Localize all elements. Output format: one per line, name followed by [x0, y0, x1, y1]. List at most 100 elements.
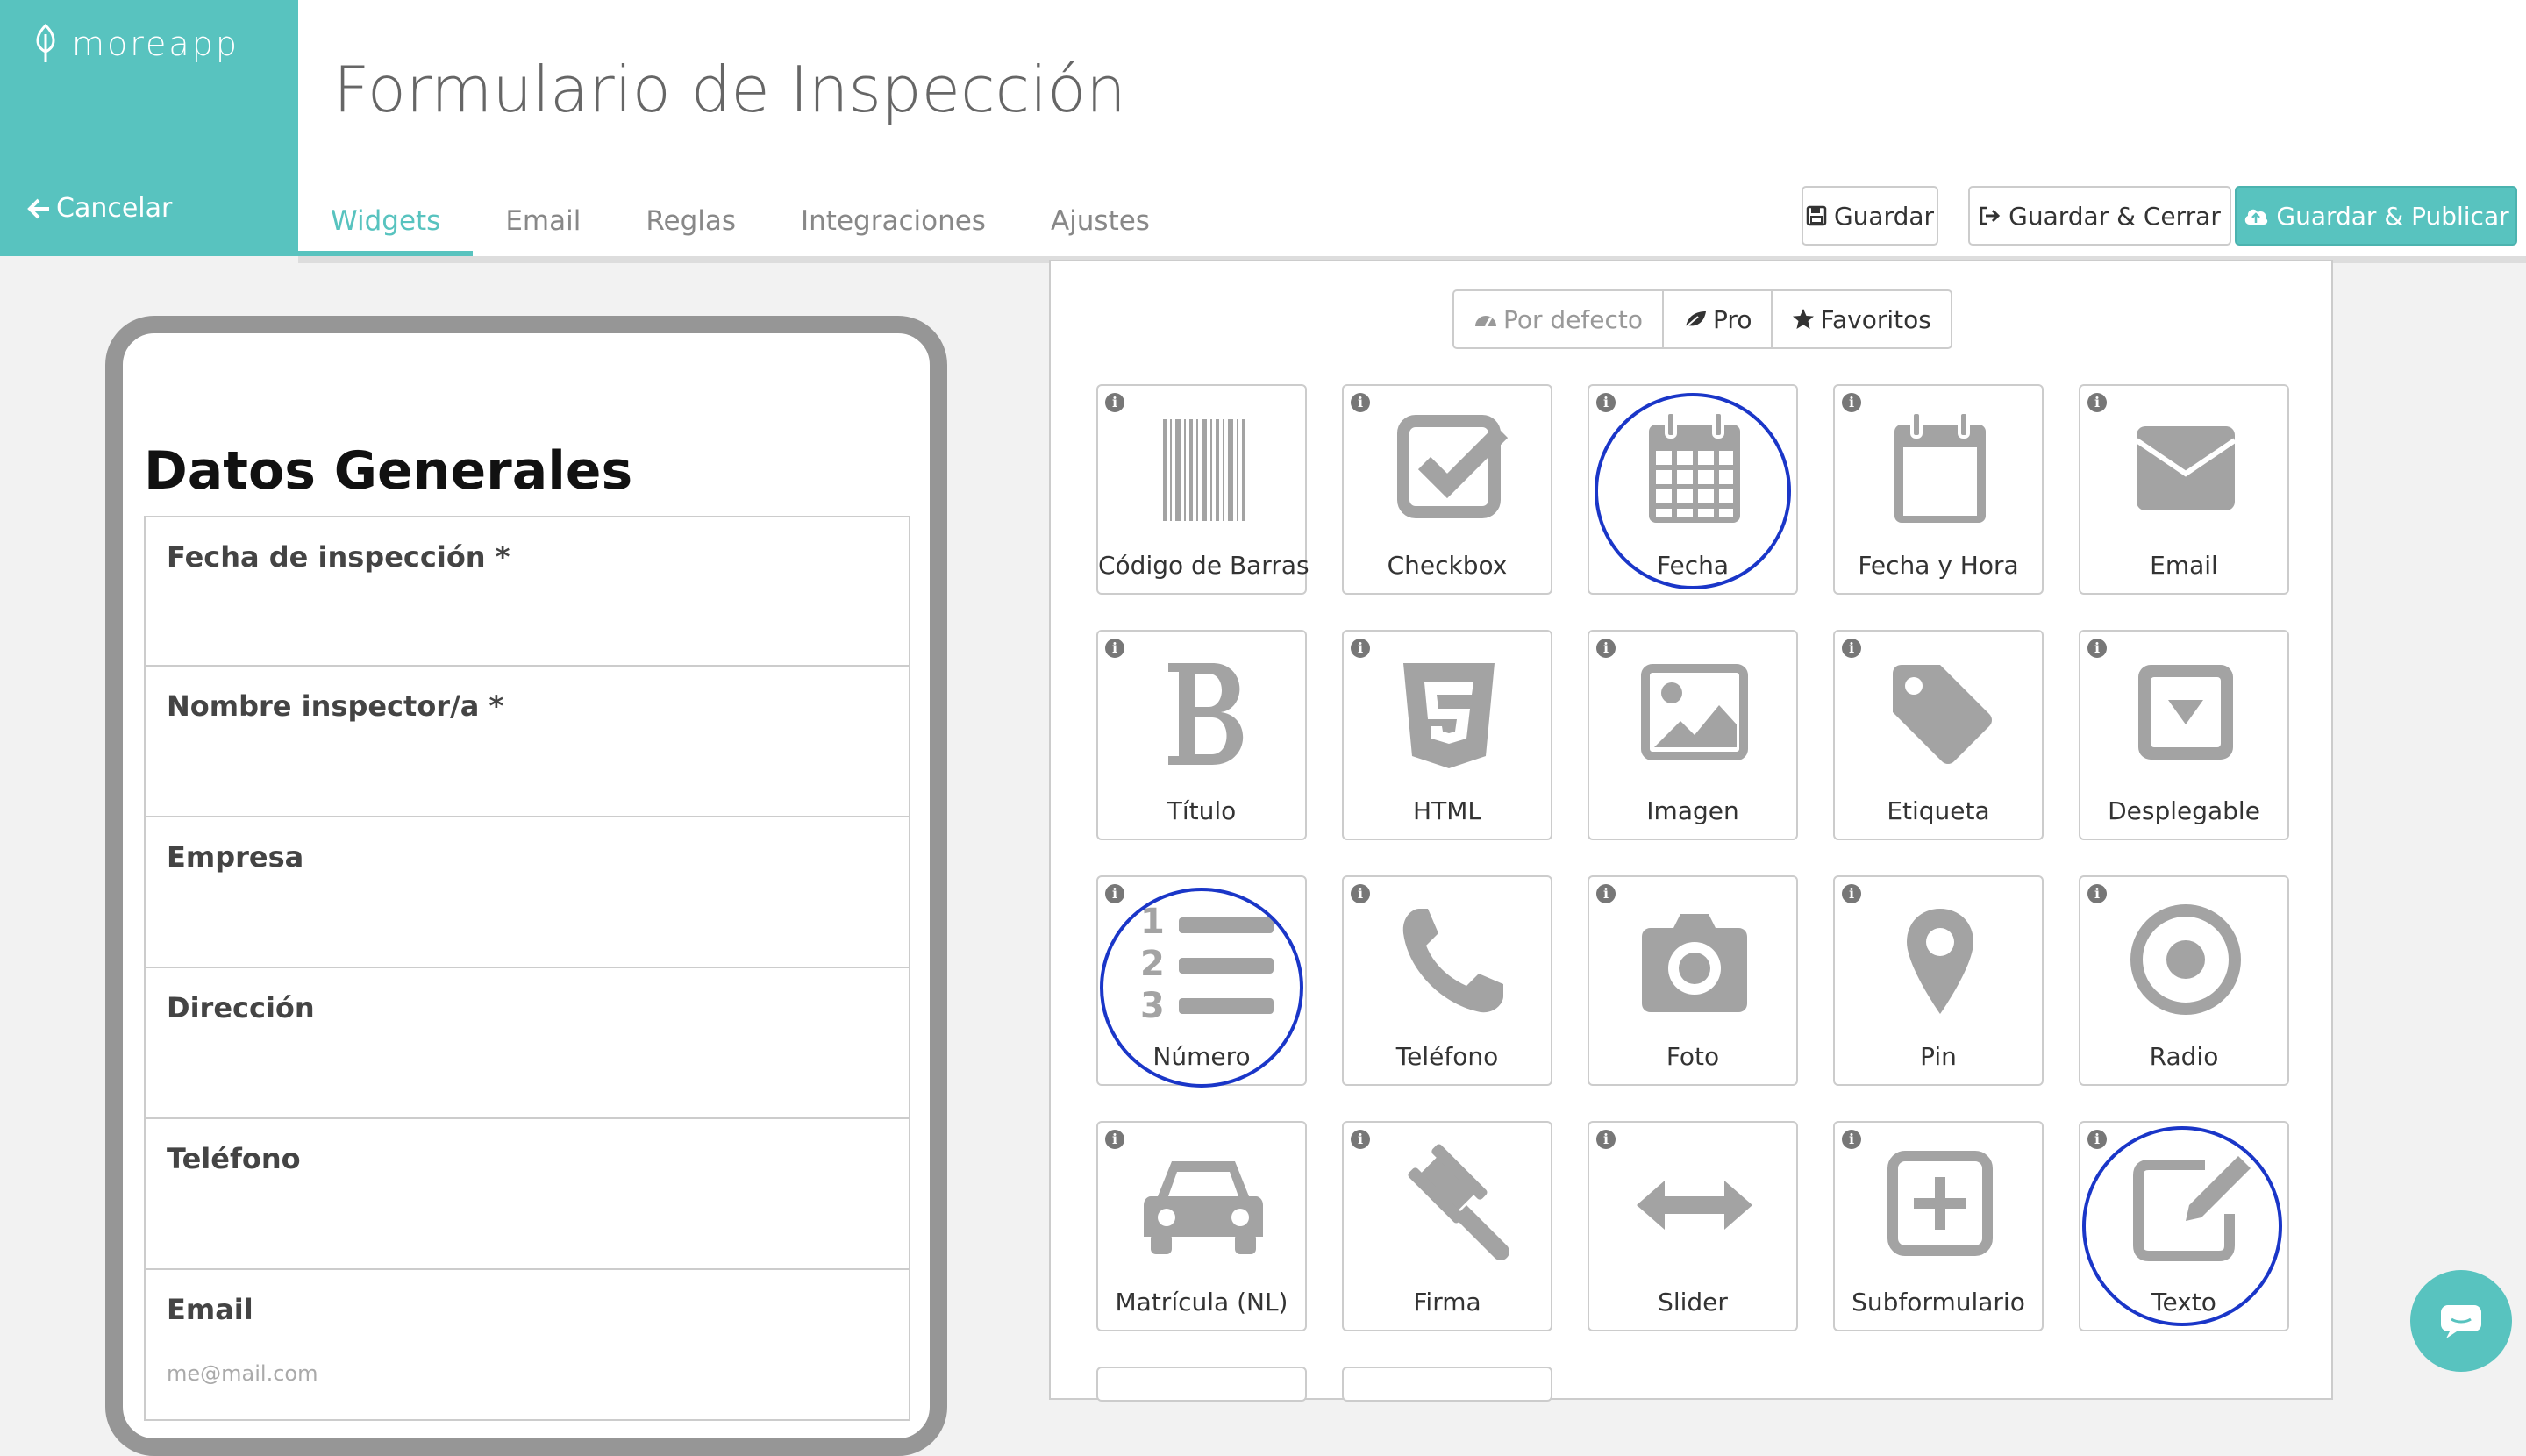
- widget-label: Email: [2150, 551, 2218, 580]
- app-logo[interactable]: moreapp: [32, 19, 239, 68]
- widget-texto[interactable]: i Texto: [2079, 1121, 2289, 1331]
- dropdown-icon: [2138, 665, 2233, 760]
- category-label: Pro: [1713, 304, 1752, 334]
- tab-ajustes[interactable]: Ajustes: [1018, 198, 1182, 256]
- form-field-nombre[interactable]: Nombre inspector/a *: [144, 667, 910, 817]
- widget-label: Slider: [1658, 1288, 1728, 1317]
- category-pro[interactable]: Pro: [1664, 291, 1773, 347]
- info-icon[interactable]: i: [1351, 639, 1370, 658]
- widget-html[interactable]: i HTML: [1342, 630, 1552, 840]
- page-title: Formulario de Inspección: [333, 53, 1126, 126]
- brand-sidebar: moreapp Cancelar: [0, 0, 298, 256]
- form-field-fecha[interactable]: Fecha de inspección *: [144, 516, 910, 667]
- info-icon[interactable]: i: [1596, 393, 1616, 412]
- phone-icon: [1402, 909, 1503, 1013]
- field-label: Nombre inspector/a *: [167, 689, 504, 723]
- info-icon[interactable]: i: [2087, 1130, 2107, 1149]
- calendar-blank-icon: [1894, 410, 1986, 523]
- leaf-icon: [36, 24, 55, 62]
- save-button[interactable]: Guardar: [1802, 186, 1938, 246]
- info-icon[interactable]: i: [1351, 884, 1370, 903]
- widget-partial[interactable]: [1342, 1367, 1552, 1402]
- form-field-empresa[interactable]: Empresa: [144, 817, 910, 968]
- tab-email[interactable]: Email: [473, 198, 613, 256]
- bold-icon: [1168, 663, 1244, 765]
- tag-icon: [1893, 665, 1992, 764]
- cancel-button[interactable]: Cancelar: [26, 193, 172, 224]
- widget-subformulario[interactable]: i Subformulario: [1833, 1121, 2044, 1331]
- form-field-email[interactable]: Email me@mail.com: [144, 1270, 910, 1421]
- widget-slider[interactable]: i Slider: [1588, 1121, 1798, 1331]
- widget-barcode[interactable]: i Código de Barras: [1096, 384, 1309, 595]
- info-icon[interactable]: i: [1842, 1130, 1861, 1149]
- info-icon[interactable]: i: [2087, 884, 2107, 903]
- field-label: Dirección: [167, 991, 315, 1024]
- widget-matricula[interactable]: i Matrícula (NL): [1096, 1121, 1307, 1331]
- widget-label: Pin: [1920, 1042, 1957, 1071]
- field-label: Empresa: [167, 840, 304, 874]
- widget-fecha[interactable]: i Fecha: [1588, 384, 1798, 595]
- widget-label: Teléfono: [1395, 1042, 1499, 1071]
- edit-icon: [2133, 1156, 2251, 1261]
- widget-titulo[interactable]: i Título: [1096, 630, 1307, 840]
- widget-desplegable[interactable]: i Desplegable: [2079, 630, 2289, 840]
- widget-partial[interactable]: [1096, 1367, 1307, 1402]
- svg-text:2: 2: [1140, 944, 1165, 984]
- widget-telefono[interactable]: i Teléfono: [1342, 875, 1552, 1086]
- widget-foto[interactable]: i Foto: [1588, 875, 1798, 1086]
- email-placeholder: me@mail.com: [167, 1361, 318, 1386]
- plus-square-icon: [1887, 1151, 1993, 1256]
- radio-icon: [2130, 904, 2241, 1015]
- widget-radio[interactable]: i Radio: [2079, 875, 2289, 1086]
- info-icon[interactable]: i: [2087, 393, 2107, 412]
- category-default[interactable]: Por defecto: [1454, 291, 1665, 347]
- widget-label: Texto: [2151, 1288, 2216, 1317]
- info-icon[interactable]: i: [1105, 884, 1124, 903]
- info-icon[interactable]: i: [1105, 393, 1124, 412]
- widget-fecha-hora[interactable]: i Fecha y Hora: [1833, 384, 2044, 595]
- sign-out-icon: [1980, 206, 2001, 225]
- widget-label: Título: [1167, 796, 1237, 825]
- widget-numero[interactable]: i 123 Número: [1096, 875, 1307, 1086]
- field-label: Fecha de inspección *: [167, 540, 510, 574]
- form-field-telefono[interactable]: Teléfono: [144, 1119, 910, 1270]
- widget-email[interactable]: i Email: [2079, 384, 2289, 595]
- widget-checkbox[interactable]: i Checkbox: [1342, 384, 1552, 595]
- field-label: Email: [167, 1293, 253, 1326]
- widget-label: Imagen: [1646, 796, 1739, 825]
- category-label: Favoritos: [1820, 304, 1931, 334]
- widget-label: Etiqueta: [1887, 796, 1990, 825]
- widget-etiqueta[interactable]: i Etiqueta: [1833, 630, 2044, 840]
- info-icon[interactable]: i: [1105, 639, 1124, 658]
- category-favorites[interactable]: Favoritos: [1773, 291, 1950, 347]
- info-icon[interactable]: i: [1596, 1130, 1616, 1149]
- chat-button[interactable]: [2410, 1270, 2512, 1372]
- save-close-button[interactable]: Guardar & Cerrar: [1968, 186, 2231, 246]
- widget-label: Código de Barras: [1098, 551, 1309, 580]
- info-icon[interactable]: i: [1842, 884, 1861, 903]
- save-close-label: Guardar & Cerrar: [2009, 201, 2221, 231]
- html5-icon: [1403, 663, 1495, 768]
- cancel-label: Cancelar: [56, 193, 173, 224]
- tab-widgets[interactable]: Widgets: [298, 198, 474, 256]
- floppy-icon: [1806, 205, 1827, 226]
- save-publish-button[interactable]: Guardar & Publicar: [2235, 186, 2517, 246]
- tab-reglas[interactable]: Reglas: [613, 198, 768, 256]
- info-icon[interactable]: i: [1842, 393, 1861, 412]
- info-icon[interactable]: i: [1842, 639, 1861, 658]
- widget-pin[interactable]: i Pin: [1833, 875, 2044, 1086]
- image-icon: [1641, 664, 1748, 760]
- svg-text:1: 1: [1140, 902, 1165, 942]
- widget-label: Fecha y Hora: [1858, 551, 2019, 580]
- widget-firma[interactable]: i Firma: [1342, 1121, 1552, 1331]
- info-icon[interactable]: i: [1351, 1130, 1370, 1149]
- tab-integraciones[interactable]: Integraciones: [768, 198, 1018, 256]
- info-icon[interactable]: i: [1105, 1130, 1124, 1149]
- info-icon[interactable]: i: [2087, 639, 2107, 658]
- info-icon[interactable]: i: [1351, 393, 1370, 412]
- form-field-direccion[interactable]: Dirección: [144, 968, 910, 1119]
- info-icon[interactable]: i: [1596, 884, 1616, 903]
- info-icon[interactable]: i: [1596, 639, 1616, 658]
- field-label: Teléfono: [167, 1142, 301, 1175]
- widget-imagen[interactable]: i Imagen: [1588, 630, 1798, 840]
